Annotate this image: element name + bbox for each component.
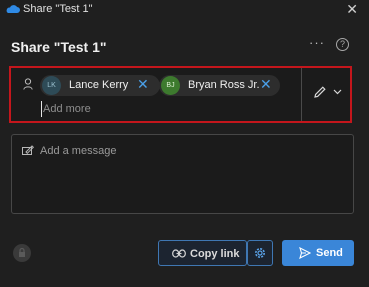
more-options-button[interactable]: ··· xyxy=(309,35,325,50)
lock-icon xyxy=(13,244,31,262)
help-button[interactable]: ? xyxy=(336,38,349,51)
onedrive-cloud-icon xyxy=(6,5,20,13)
pencil-icon xyxy=(314,86,326,98)
avatar: LK xyxy=(42,76,61,95)
chevron-down-icon xyxy=(333,89,342,95)
send-label: Send xyxy=(316,247,343,259)
divider xyxy=(301,68,302,121)
recipient-chip[interactable]: LK Lance Kerry ✕ xyxy=(40,75,160,96)
message-icon xyxy=(22,145,34,155)
remove-recipient-icon[interactable]: ✕ xyxy=(137,76,149,93)
person-icon xyxy=(23,78,33,90)
recipient-chip[interactable]: BJ Bryan Ross Jr. ✕ xyxy=(159,75,280,96)
send-icon xyxy=(299,247,311,259)
recipient-name: Lance Kerry xyxy=(69,79,129,91)
link-settings-button[interactable] xyxy=(247,240,273,266)
title-bar: Share "Test 1" ✕ xyxy=(0,0,369,20)
copy-link-label: Copy link xyxy=(190,248,240,260)
dialog-title: Share "Test 1" xyxy=(11,39,107,55)
link-icon xyxy=(172,249,186,258)
gear-icon xyxy=(255,248,265,258)
message-input[interactable] xyxy=(38,142,342,160)
add-more-input[interactable] xyxy=(41,101,283,117)
permission-dropdown-button[interactable] xyxy=(309,82,349,104)
remove-recipient-icon[interactable]: ✕ xyxy=(260,76,272,93)
close-window-button[interactable]: ✕ xyxy=(346,1,358,18)
avatar: BJ xyxy=(161,76,180,95)
copy-link-button[interactable]: Copy link xyxy=(158,240,247,266)
message-box[interactable] xyxy=(11,134,354,214)
recipients-field[interactable]: LK Lance Kerry ✕ BJ Bryan Ross Jr. ✕ xyxy=(9,66,352,123)
send-button[interactable]: Send xyxy=(282,240,354,266)
recipient-name: Bryan Ross Jr. xyxy=(188,79,260,91)
window-title: Share "Test 1" xyxy=(23,3,93,15)
